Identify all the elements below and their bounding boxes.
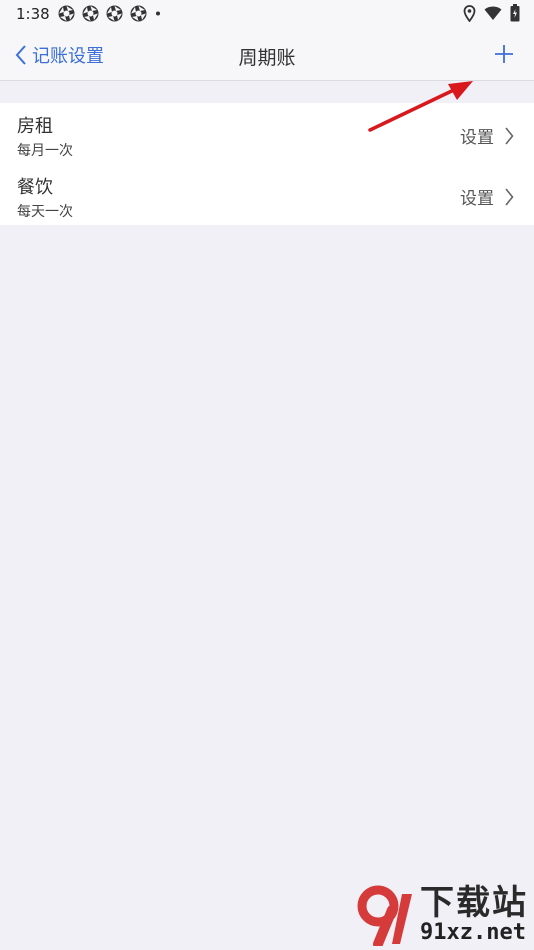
status-system-icons bbox=[463, 4, 520, 22]
settings-label: 设置 bbox=[460, 189, 494, 209]
location-icon bbox=[463, 4, 476, 22]
app-icon bbox=[82, 5, 99, 22]
watermark-title: 下载站 bbox=[420, 883, 528, 923]
watermark-url: 91xz.net bbox=[420, 920, 526, 945]
item-frequency: 每天一次 bbox=[17, 204, 73, 220]
status-time: 1:38 bbox=[16, 5, 50, 23]
dot-icon bbox=[156, 11, 160, 16]
battery-icon bbox=[510, 4, 520, 22]
app-icon bbox=[58, 5, 75, 22]
app-icon bbox=[106, 5, 123, 22]
chevron-right-icon bbox=[505, 126, 514, 145]
app-icon bbox=[130, 5, 147, 22]
status-bar: 1:38 bbox=[0, 0, 534, 28]
page-title: 周期账 bbox=[238, 47, 296, 69]
list-item[interactable]: 餐饮 每天一次 设置 bbox=[0, 164, 534, 225]
chevron-right-icon bbox=[505, 187, 514, 206]
item-title: 房租 bbox=[17, 116, 53, 137]
settings-button[interactable]: 设置 bbox=[460, 184, 514, 209]
item-title: 餐饮 bbox=[17, 177, 53, 198]
watermark-text: 下载站 91xz.net bbox=[420, 885, 528, 945]
wifi-icon bbox=[484, 6, 502, 20]
annotation-arrow-icon bbox=[368, 81, 473, 132]
status-notification-icons bbox=[58, 5, 162, 22]
item-frequency: 每月一次 bbox=[17, 143, 73, 159]
watermark-logo-icon bbox=[357, 885, 412, 946]
watermark: 下载站 91xz.net bbox=[356, 884, 528, 946]
plus-icon[interactable] bbox=[492, 42, 516, 66]
